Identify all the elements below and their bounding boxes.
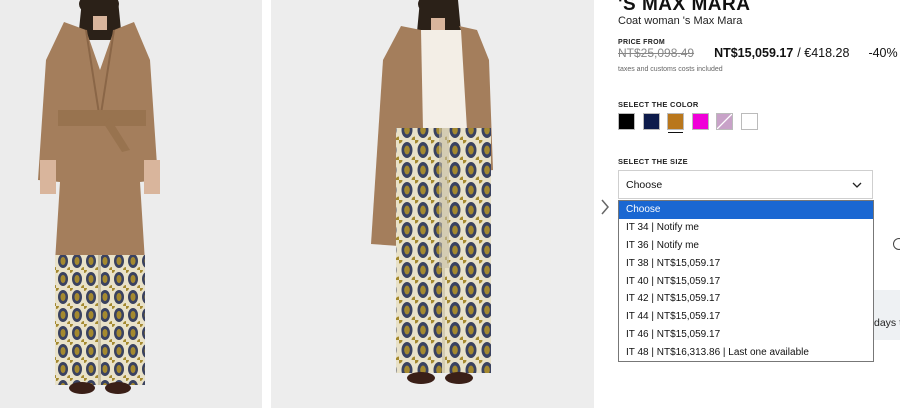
camel-swatch[interactable]	[667, 113, 684, 133]
euro-price: / €418.28	[797, 46, 850, 60]
discount-badge: -40%	[868, 46, 898, 60]
black-swatch[interactable]	[618, 113, 635, 130]
white-swatch[interactable]	[740, 113, 758, 130]
unavailable-slash-icon	[717, 114, 732, 129]
taxes-note: taxes and customs costs included	[618, 66, 723, 73]
size-option[interactable]: IT 42 | NT$15,059.17	[619, 290, 873, 308]
size-select[interactable]: Choose	[618, 170, 873, 199]
model-front-image	[0, 0, 262, 408]
gallery-next-button[interactable]	[598, 197, 612, 217]
product-subtitle: Coat woman 's Max Mara	[618, 15, 743, 27]
size-option[interactable]: IT 40 | NT$15,059.17	[619, 273, 873, 291]
original-price: NT$25,098.49	[618, 46, 695, 60]
price-from-label: PRICE FROM	[618, 39, 665, 46]
size-option[interactable]: Choose	[619, 201, 873, 219]
brand-title: 'S MAX MARA	[618, 0, 751, 15]
size-option[interactable]: IT 46 | NT$15,059.17	[619, 326, 873, 344]
size-option[interactable]: IT 48 | NT$16,313.86 | Last one availabl…	[619, 344, 873, 361]
delivery-info-text: days to	[874, 317, 900, 329]
product-photo-open[interactable]	[271, 0, 594, 408]
size-option[interactable]: IT 38 | NT$15,059.17	[619, 255, 873, 273]
product-photo-front[interactable]	[0, 0, 262, 408]
size-option[interactable]: IT 44 | NT$15,059.17	[619, 308, 873, 326]
info-circle-icon[interactable]	[893, 238, 900, 250]
chevron-right-icon	[601, 199, 609, 215]
color-section-label: SELECT THE COLOR	[618, 100, 699, 109]
color-swatch-list	[618, 113, 765, 133]
size-option[interactable]: IT 36 | Notify me	[619, 237, 873, 255]
size-select-value: Choose	[626, 179, 663, 191]
chevron-down-icon	[852, 182, 862, 188]
sale-price: NT$15,059.17	[714, 46, 794, 60]
delivery-info-panel: days to	[874, 290, 900, 340]
price-row: NT$25,098.49 NT$15,059.17 / €418.28 -40%	[618, 46, 898, 62]
model-open-coat-image	[271, 0, 594, 408]
size-option[interactable]: IT 34 | Notify me	[619, 219, 873, 237]
navy-swatch[interactable]	[642, 113, 660, 130]
lilac-swatch[interactable]	[716, 113, 733, 130]
size-section-label: SELECT THE SIZE	[618, 157, 688, 166]
size-dropdown-list: Choose IT 34 | Notify me IT 36 | Notify me…	[618, 200, 874, 362]
magenta-swatch[interactable]	[691, 113, 709, 130]
